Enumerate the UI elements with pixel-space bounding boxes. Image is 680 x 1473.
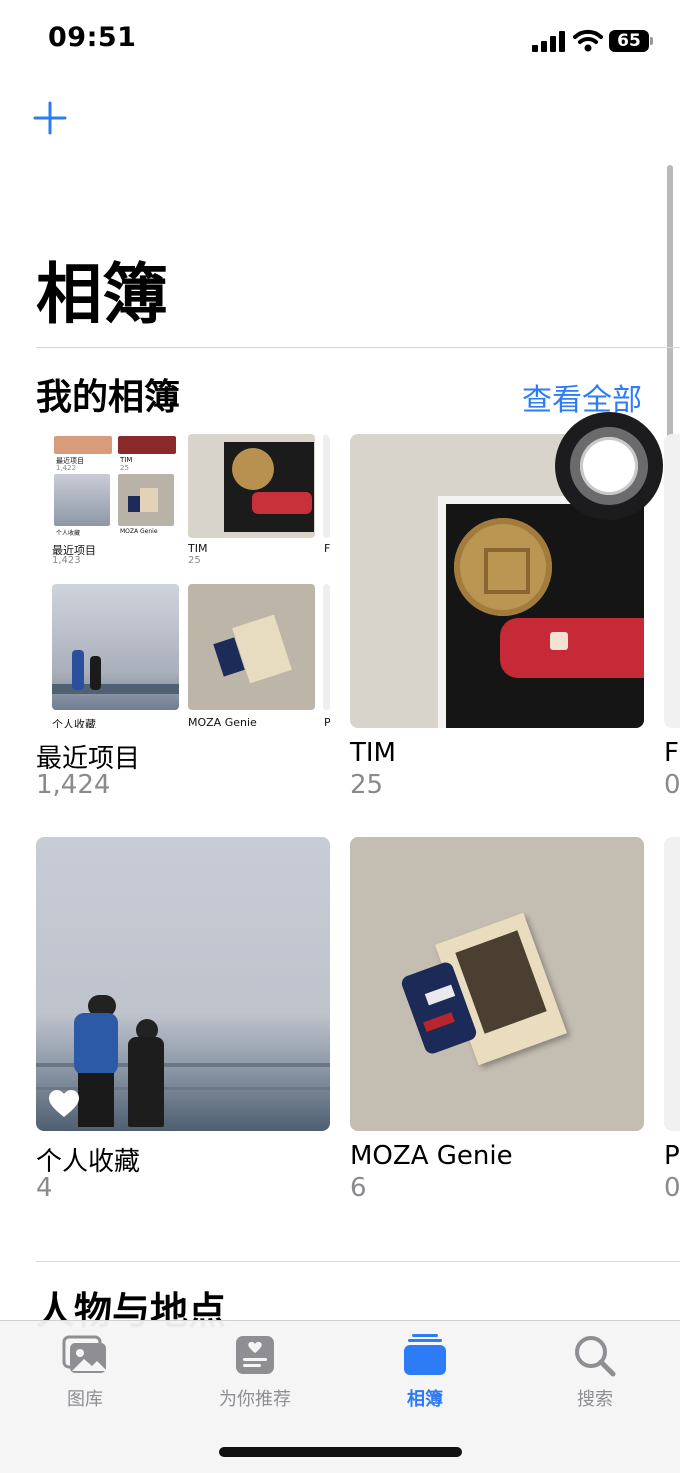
album-thumbnail-moza-genie[interactable]: [350, 837, 644, 1131]
status-time: 09:51: [48, 22, 137, 53]
tab-albums[interactable]: 相簿: [340, 1321, 510, 1421]
add-album-button[interactable]: [32, 100, 68, 136]
divider: [36, 347, 680, 348]
cellular-signal-icon: [532, 31, 565, 52]
home-indicator: [219, 1447, 462, 1457]
see-all-link[interactable]: 查看全部: [522, 375, 642, 419]
album-name: MOZA Genie: [350, 1141, 513, 1171]
wifi-icon: [573, 29, 603, 52]
mini-p-thumb: [323, 584, 330, 710]
for-you-icon: [236, 1336, 274, 1374]
album-count: 0: [664, 1173, 680, 1203]
my-albums-title: 我的相簿: [36, 377, 181, 418]
photo-library-icon: [62, 1335, 106, 1373]
tab-for-you[interactable]: 为你推荐: [170, 1321, 340, 1421]
battery-cap: [650, 37, 653, 45]
divider: [36, 1261, 680, 1262]
mini-favorites-thumb: [52, 584, 179, 710]
album-thumbnail-p[interactable]: [664, 837, 680, 1131]
album-thumbnail-f[interactable]: [664, 434, 680, 728]
album-count: 6: [350, 1173, 367, 1203]
tab-library[interactable]: 图库: [0, 1321, 170, 1421]
album-name: P: [664, 1141, 680, 1171]
album-count: 0: [664, 770, 680, 800]
mini-tim-thumb: [188, 434, 315, 538]
mini-f-thumb: [323, 434, 330, 538]
heart-icon: [49, 1090, 79, 1117]
page-title: 相簿: [36, 256, 168, 333]
album-name: TIM: [350, 738, 396, 768]
mini-moza-thumb: [188, 584, 315, 710]
battery-level: 65: [609, 30, 649, 52]
albums-icon: [404, 1334, 446, 1375]
album-count: 25: [350, 770, 384, 800]
search-icon: [575, 1336, 616, 1377]
assistive-touch-center: [580, 437, 638, 495]
album-thumbnail-recents[interactable]: 最近项目 1,422 TIM 25 个人收藏 MOZA Genie 最近项目 1…: [36, 434, 330, 728]
album-count: 4: [36, 1173, 53, 1203]
tab-search[interactable]: 搜索: [510, 1321, 680, 1421]
album-thumbnail-favorites[interactable]: [36, 837, 330, 1131]
album-name: F: [664, 738, 679, 768]
mini-grid-screenshot: 最近项目 1,422 TIM 25 个人收藏 MOZA Genie: [52, 434, 179, 538]
album-count: 1,424: [36, 770, 111, 800]
